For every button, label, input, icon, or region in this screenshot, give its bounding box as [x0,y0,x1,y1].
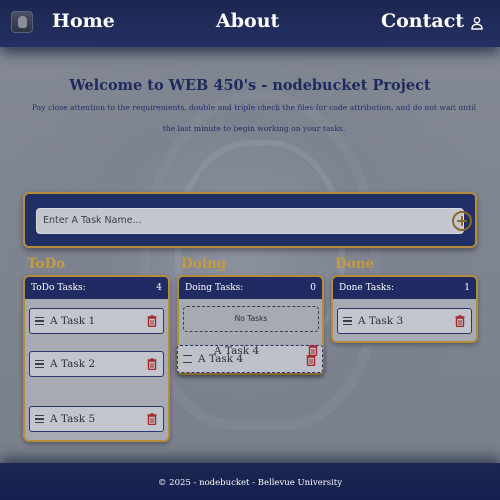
trash-icon[interactable] [147,413,157,425]
todo-header-label: ToDo Tasks: [31,283,86,293]
task-input-placeholder: Enter A Task Name... [43,215,142,226]
task-input-panel: Enter A Task Name... [23,192,477,248]
dragging-task-card[interactable]: A Task 4 A Task 4 [177,345,323,373]
doing-heading: Doing [181,256,227,272]
task-card[interactable]: A Task 5 [29,406,164,432]
no-tasks-placeholder: No Tasks [183,306,319,332]
task-label: A Task 5 [50,413,96,425]
task-card[interactable]: A Task 2 [29,351,164,377]
trash-icon[interactable] [455,315,465,327]
todo-heading: ToDo [27,256,66,272]
top-navbar: Home About Contact [0,0,500,47]
drag-handle-icon[interactable] [35,415,44,423]
app-logo[interactable] [11,11,33,33]
add-task-button[interactable] [452,211,472,231]
welcome-text: Pay close attention to the requirements,… [32,103,476,133]
doing-column-header: Doing Tasks: 0 [179,277,322,299]
todo-column-header: ToDo Tasks: 4 [25,277,168,299]
done-column-header: Done Tasks: 1 [333,277,476,299]
done-header-label: Done Tasks: [339,283,395,293]
task-label: A Task 2 [50,358,96,370]
footer-text: © 2025 - nodebucket - Bellevue Universit… [157,478,343,488]
doing-count: 0 [310,283,316,293]
task-card[interactable]: A Task 1 [29,308,164,334]
doing-header-label: Doing Tasks: [185,283,244,293]
drag-handle-icon[interactable] [35,317,44,325]
trash-icon[interactable] [306,354,316,366]
done-column[interactable]: Done Tasks: 1 A Task 3 [331,275,478,343]
drag-handle-icon[interactable] [343,317,352,325]
trash-icon[interactable] [147,358,157,370]
task-label: A Task 3 [358,315,404,327]
person-icon[interactable] [470,16,484,30]
drag-handle-icon[interactable] [35,360,44,368]
nav-home-link[interactable]: Home [52,10,115,32]
trash-icon[interactable] [147,315,157,327]
task-label: A Task 1 [50,315,96,327]
todo-column[interactable]: ToDo Tasks: 4 A Task 1 A Task 2 A Task 5 [23,275,170,442]
footer: © 2025 - nodebucket - Bellevue Universit… [0,463,500,500]
dragging-task-label-overlay: A Task 4 [198,353,244,365]
todo-count: 4 [156,283,162,293]
drag-handle-icon[interactable] [183,355,192,363]
nav-about-link[interactable]: About [216,10,279,32]
task-name-input[interactable]: Enter A Task Name... [36,208,472,234]
nav-contact-link[interactable]: Contact [381,10,464,32]
task-card[interactable]: A Task 3 [337,308,472,334]
done-count: 1 [464,283,470,293]
done-heading: Done [335,256,375,272]
welcome-title: Welcome to WEB 450's - nodebucket Projec… [69,77,431,94]
